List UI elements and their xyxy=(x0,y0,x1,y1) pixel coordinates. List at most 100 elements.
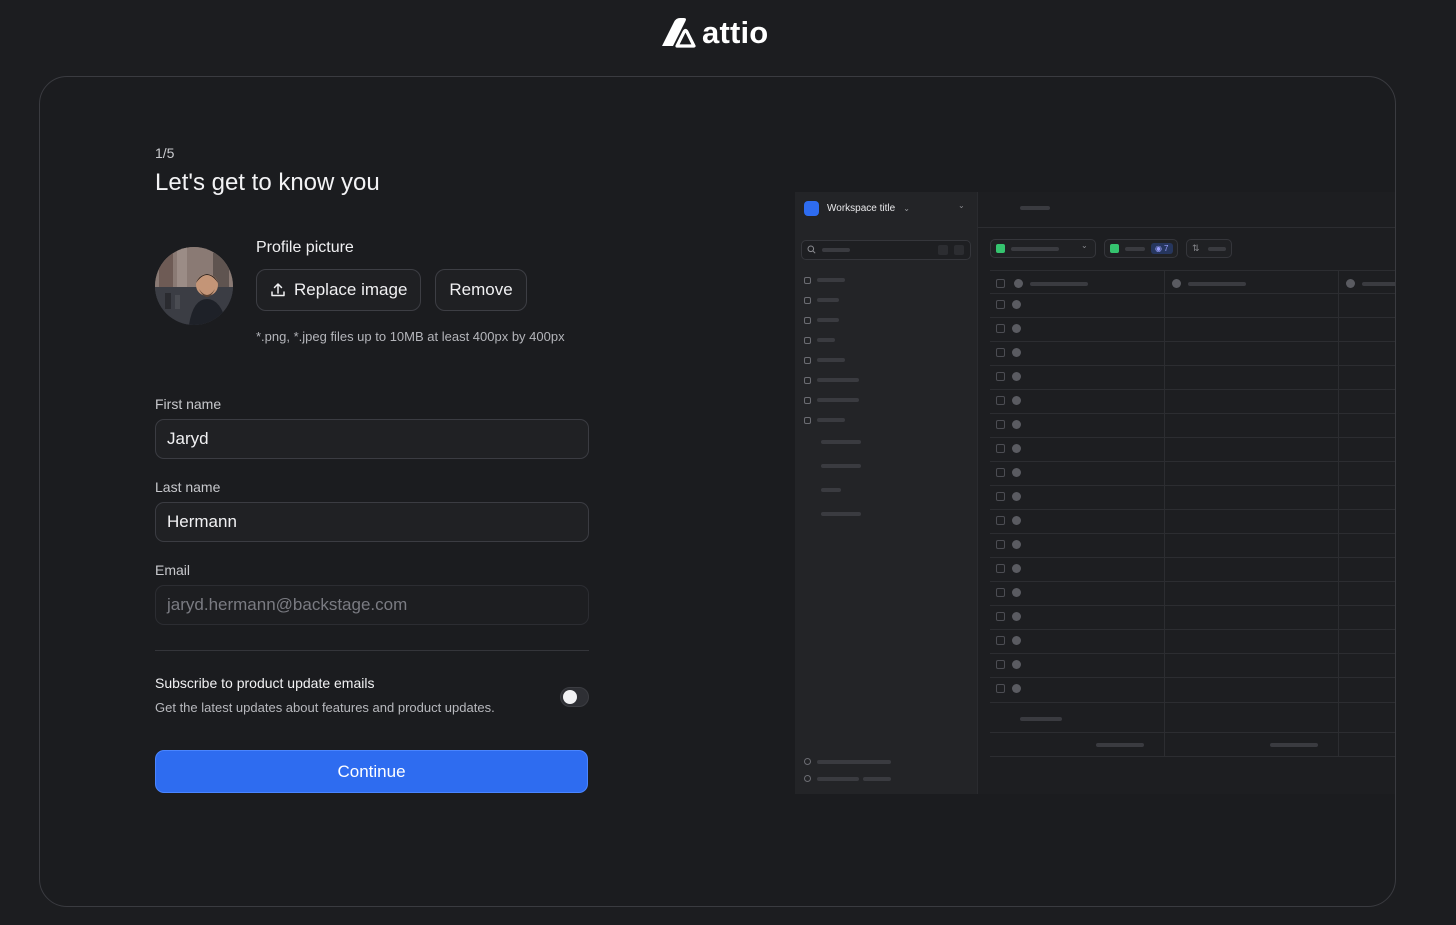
table-row-avatar xyxy=(1012,468,1021,477)
sidebar-skeleton-bar xyxy=(817,398,859,402)
profile-form: 1/5 Let's get to know you Profile pictur… xyxy=(155,145,589,793)
table-row-avatar xyxy=(1012,588,1021,597)
email-field: jaryd.hermann@backstage.com xyxy=(155,585,589,625)
sidebar-skeleton-icon xyxy=(804,297,811,304)
first-name-value: Jaryd xyxy=(167,429,209,448)
table-rule xyxy=(990,605,1395,606)
replace-image-label: Replace image xyxy=(294,280,408,299)
table-row-avatar xyxy=(1012,444,1021,453)
remove-image-label: Remove xyxy=(449,280,513,299)
preview-main: ⌄ ◉ 7 ⇅ xyxy=(977,192,1395,794)
replace-image-button[interactable]: Replace image xyxy=(256,269,422,311)
last-name-field[interactable]: Hermann xyxy=(155,502,589,542)
sidebar-skeleton-bar xyxy=(821,488,841,492)
sidebar-skeleton-icon xyxy=(804,277,811,284)
table-rule xyxy=(990,461,1395,462)
remove-image-button[interactable]: Remove xyxy=(435,269,527,311)
chevron-down-icon: ⌄ xyxy=(903,204,910,213)
table-row-avatar xyxy=(1012,372,1021,381)
table-row-checkbox xyxy=(996,684,1005,693)
workspace-header: Workspace title ⌄ xyxy=(804,201,910,216)
sidebar-skeleton-icon xyxy=(804,397,811,404)
sidebar-skeleton-icon xyxy=(804,417,811,424)
table-row-avatar xyxy=(1012,516,1021,525)
sidebar-skeleton-bar xyxy=(817,378,859,382)
table-row-checkbox xyxy=(996,516,1005,525)
table-row-checkbox xyxy=(996,348,1005,357)
sidebar-skeleton-bar xyxy=(817,358,845,362)
table-row-checkbox xyxy=(996,468,1005,477)
sidebar-skeleton-bar xyxy=(821,464,861,468)
attio-logo: attio xyxy=(660,15,769,50)
table-row-avatar xyxy=(1012,396,1021,405)
first-name-label: First name xyxy=(155,396,222,412)
upload-icon xyxy=(271,283,285,297)
step-indicator: 1/5 xyxy=(155,145,175,161)
table-rule xyxy=(990,413,1395,414)
sidebar-skeleton-bar xyxy=(817,298,839,302)
table-row-avatar xyxy=(1012,420,1021,429)
table-row-checkbox xyxy=(996,636,1005,645)
sidebar-skeleton-bar xyxy=(821,440,861,444)
attio-logo-icon xyxy=(662,18,696,48)
table-row-checkbox xyxy=(996,588,1005,597)
table-row-checkbox xyxy=(996,540,1005,549)
table-rule xyxy=(990,317,1395,318)
avatar[interactable] xyxy=(155,247,233,325)
table-footer-bar xyxy=(1270,743,1318,747)
sidebar-skeleton-bar xyxy=(817,418,845,422)
sidebar-skeleton-icon xyxy=(804,357,811,364)
table-rule xyxy=(990,341,1395,342)
sort-icon: ⇅ xyxy=(1192,243,1200,253)
avatar-photo xyxy=(155,247,233,325)
table-row-checkbox xyxy=(996,492,1005,501)
table-header-icon xyxy=(1172,279,1181,288)
table-header-icon xyxy=(1014,279,1023,288)
table-rule xyxy=(990,702,1395,703)
preview-view-count: 7 xyxy=(1164,244,1169,253)
table-rule xyxy=(990,437,1395,438)
table-column-rule xyxy=(1164,270,1165,756)
continue-button[interactable]: Continue xyxy=(155,750,588,793)
table-footer-bar xyxy=(1096,743,1144,747)
table-row-avatar xyxy=(1012,492,1021,501)
last-name-label: Last name xyxy=(155,479,221,495)
table-rule xyxy=(990,581,1395,582)
table-row-avatar xyxy=(1012,684,1021,693)
table-row-checkbox xyxy=(996,324,1005,333)
table-header-icon xyxy=(1346,279,1355,288)
table-row-checkbox xyxy=(996,420,1005,429)
table-row-avatar xyxy=(1012,636,1021,645)
table-row-checkbox xyxy=(996,660,1005,669)
first-name-field[interactable]: Jaryd xyxy=(155,419,589,459)
table-row-checkbox xyxy=(996,300,1005,309)
subscribe-title: Subscribe to product update emails xyxy=(155,675,375,691)
workspace-title: Workspace title xyxy=(827,203,896,214)
table-rule xyxy=(990,293,1395,294)
app-preview: Workspace title ⌄ ⌄ ⌄ ◉ 7 ⇅ xyxy=(795,192,1395,794)
table-rule xyxy=(990,270,1395,271)
subscribe-toggle[interactable] xyxy=(560,687,589,707)
onboarding-card: 1/5 Let's get to know you Profile pictur… xyxy=(39,76,1396,907)
table-rule xyxy=(990,533,1395,534)
preview-filter-chip: ◉ 7 xyxy=(1104,239,1178,258)
user-icon xyxy=(804,758,811,765)
logo-wordmark: attio xyxy=(702,15,769,50)
table-rule xyxy=(990,485,1395,486)
subscribe-section: Subscribe to product update emails Get t… xyxy=(155,675,589,725)
page-title: Let's get to know you xyxy=(155,169,380,196)
table-row-checkbox xyxy=(996,372,1005,381)
sidebar-skeleton-icon xyxy=(804,317,811,324)
table-rule xyxy=(990,509,1395,510)
preview-view-chip: ⌄ xyxy=(990,239,1096,258)
eye-icon: ◉ xyxy=(1155,244,1162,253)
table-header-bar xyxy=(1188,282,1246,286)
table-row-avatar xyxy=(1012,660,1021,669)
workspace-icon xyxy=(804,201,819,216)
table-add-row-bar xyxy=(1020,717,1062,721)
table-row-checkbox xyxy=(996,612,1005,621)
section-divider xyxy=(155,650,589,651)
table-row-checkbox xyxy=(996,564,1005,573)
profile-picture-hint: *.png, *.jpeg files up to 10MB at least … xyxy=(256,329,565,344)
table-row-checkbox xyxy=(996,396,1005,405)
